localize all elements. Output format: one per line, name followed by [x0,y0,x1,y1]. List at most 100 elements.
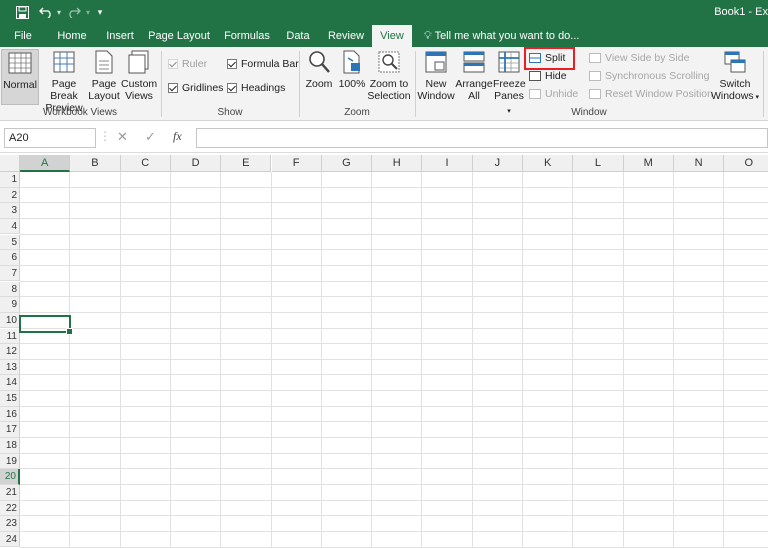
reset-window-position-button[interactable]: Reset Window Position [589,88,713,100]
hide-icon [529,71,541,81]
page-break-preview-button[interactable]: Page Break Preview [40,49,88,114]
row-header-13[interactable]: 13 [0,359,20,376]
zoom-button[interactable]: Zoom [303,49,335,90]
formula-bar-checkbox[interactable]: Formula Bar [227,58,299,70]
row-header-22[interactable]: 22 [0,500,20,517]
gridline-vertical [320,172,322,548]
row-header-14[interactable]: 14 [0,375,20,391]
tell-me-search[interactable]: 💡︎ Tell me what you want to do... [424,25,579,47]
tab-insert[interactable]: Insert [100,25,140,47]
gridline-horizontal [20,186,768,188]
column-header-n[interactable]: N [673,155,725,172]
column-header-c[interactable]: C [120,155,171,172]
worksheet-grid[interactable]: A B C D E F G H I J K L M N O 1 2 3 4 5 6 7 8 9 10 11 12 13 14 15 16 17… [0,153,768,548]
row-header-1[interactable]: 1 [0,172,20,188]
page-layout-icon [95,50,113,74]
gridlines-checkbox[interactable]: Gridlines [168,82,223,94]
zoom-to-selection-button[interactable]: Zoom to Selection [367,49,411,102]
row-header-5[interactable]: 5 [0,234,20,251]
column-header-o[interactable]: O [724,155,768,172]
row-header-3[interactable]: 3 [0,203,20,219]
unhide-label: Unhide [545,88,579,100]
row-header-2[interactable]: 2 [0,187,20,204]
row-header-4[interactable]: 4 [0,218,20,235]
column-header-b[interactable]: B [70,155,121,172]
row-header-19[interactable]: 19 [0,453,20,470]
ruler-checkbox[interactable]: Ruler [168,58,207,70]
page-layout-view-button[interactable]: Page Layout [88,49,120,102]
synchronous-scrolling-button[interactable]: Synchronous Scrolling [589,70,709,82]
ruler-label: Ruler [182,58,208,70]
select-all-corner[interactable] [0,155,20,172]
new-window-button[interactable]: New Window [417,49,455,102]
undo-dropdown-icon[interactable]: ▾ [55,4,63,20]
name-box[interactable]: A20 [4,128,96,148]
save-icon[interactable] [14,4,30,20]
column-header-m[interactable]: M [623,155,674,172]
split-highlight-box [524,47,575,70]
active-cell-a20[interactable] [19,315,73,335]
tell-me-text: Tell me what you want to do... [434,30,580,42]
arrange-all-button[interactable]: Arrange All [455,49,493,102]
column-header-a[interactable]: A [20,155,71,172]
zoom-100-button[interactable]: 100% [337,49,367,90]
column-header-d[interactable]: D [170,155,222,172]
row-header-6[interactable]: 6 [0,250,20,266]
row-header-20[interactable]: 20 [0,469,20,485]
customize-icon[interactable]: ▾ [95,4,105,20]
column-header-l[interactable]: L [573,155,624,172]
cancel-icon[interactable]: ✕ [117,129,128,145]
row-header-7[interactable]: 7 [0,265,20,282]
tab-home[interactable]: Home [52,25,92,47]
arrange-all-label-1: Arrange [455,78,493,90]
custom-views-label-2: Views [125,90,153,102]
enter-icon[interactable]: ✓ [145,129,156,145]
tab-formulas[interactable]: Formulas [220,25,274,47]
normal-view-button[interactable]: Normal [1,49,39,105]
tab-review[interactable]: Review [324,25,368,47]
row-header-8[interactable]: 8 [0,281,20,298]
tab-data[interactable]: Data [280,25,316,47]
column-header-g[interactable]: G [321,155,373,172]
insert-function-icon[interactable]: fx [173,129,182,144]
view-side-by-side-button[interactable]: View Side by Side [589,52,689,64]
row-header-16[interactable]: 16 [0,406,20,423]
page-layout-label-2: Layout [88,90,120,102]
column-header-e[interactable]: E [221,155,272,172]
row-header-11[interactable]: 11 [0,328,20,344]
headings-checkbox[interactable]: Headings [227,82,285,94]
side-by-side-icon [589,53,601,63]
undo-icon[interactable] [38,4,54,20]
tab-view[interactable]: View [372,25,412,47]
redo-icon[interactable] [66,4,82,20]
row-header-10[interactable]: 10 [0,312,20,329]
row-header-18[interactable]: 18 [0,438,20,454]
magnifier-icon [309,51,330,73]
row-header-15[interactable]: 15 [0,391,20,407]
unhide-button[interactable]: Unhide [529,88,578,100]
row-header-21[interactable]: 21 [0,485,20,501]
switch-windows-label-2: Windows [710,90,754,102]
hide-button[interactable]: Hide [529,70,567,82]
row-header-9[interactable]: 9 [0,297,20,313]
page-break-icon [53,51,75,73]
tab-page-layout[interactable]: Page Layout [146,25,212,47]
page-break-label-1: Page Break [50,78,78,102]
column-header-k[interactable]: K [523,155,574,172]
custom-views-button[interactable]: Custom Views [121,49,157,102]
row-header-23[interactable]: 23 [0,516,20,532]
formula-input[interactable] [196,128,768,148]
row-header-12[interactable]: 12 [0,344,20,360]
row-header-17[interactable]: 17 [0,422,20,438]
column-header-f[interactable]: F [271,155,322,172]
column-header-i[interactable]: I [422,155,473,172]
switch-windows-button[interactable]: Switch Windows ▾ [710,49,760,104]
column-header-h[interactable]: H [372,155,423,172]
zoom-100-label: 100% [338,78,366,90]
column-header-j[interactable]: J [472,155,523,172]
row-header-24[interactable]: 24 [0,531,20,548]
arrange-all-label-2: All [468,90,480,102]
tab-file[interactable]: File [6,25,40,47]
gridline-vertical [270,172,272,548]
redo-dropdown-icon[interactable]: ▾ [84,4,92,20]
